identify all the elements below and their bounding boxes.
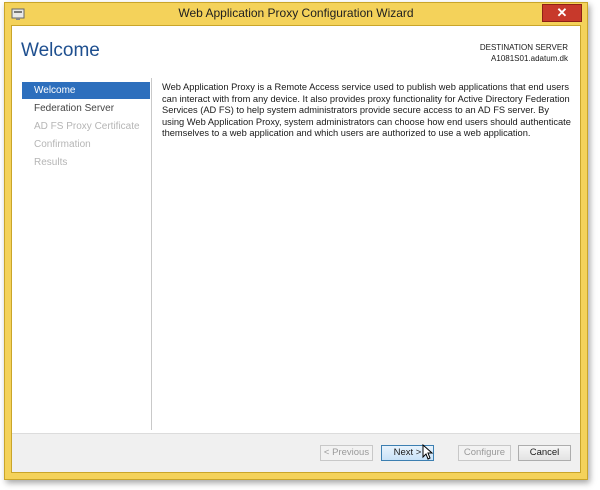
destination-server: DESTINATION SERVER A1081S01.adatum.dk	[480, 42, 568, 64]
button-bar: < Previous Next > Configure Cancel	[12, 433, 580, 472]
close-button[interactable]: ✕	[542, 4, 582, 22]
welcome-description: Web Application Proxy is a Remote Access…	[162, 82, 571, 138]
window-title: Web Application Proxy Configuration Wiza…	[178, 6, 414, 20]
destination-server-label: DESTINATION SERVER	[479, 43, 568, 52]
destination-server-value: A1081S01.adatum.dk	[491, 54, 568, 63]
sidebar-divider	[151, 78, 152, 430]
step-federation-server[interactable]: Federation Server	[22, 100, 150, 117]
previous-button[interactable]: < Previous	[320, 445, 373, 461]
wizard-window: Web Application Proxy Configuration Wiza…	[4, 2, 588, 480]
configure-button[interactable]: Configure	[458, 445, 511, 461]
step-welcome[interactable]: Welcome	[22, 82, 150, 99]
cancel-button[interactable]: Cancel	[518, 445, 571, 461]
step-results: Results	[34, 157, 68, 168]
page-title: Welcome	[21, 40, 100, 61]
step-confirmation: Confirmation	[34, 139, 91, 150]
wizard-content: Welcome DESTINATION SERVER A1081S01.adat…	[11, 25, 581, 473]
title-bar[interactable]: Web Application Proxy Configuration Wiza…	[5, 3, 587, 25]
wizard-steps-sidebar: Welcome Federation Server AD FS Proxy Ce…	[22, 82, 150, 432]
mouse-pointer-icon	[422, 444, 434, 460]
step-ad-fs-proxy-certificate: AD FS Proxy Certificate	[34, 121, 140, 132]
